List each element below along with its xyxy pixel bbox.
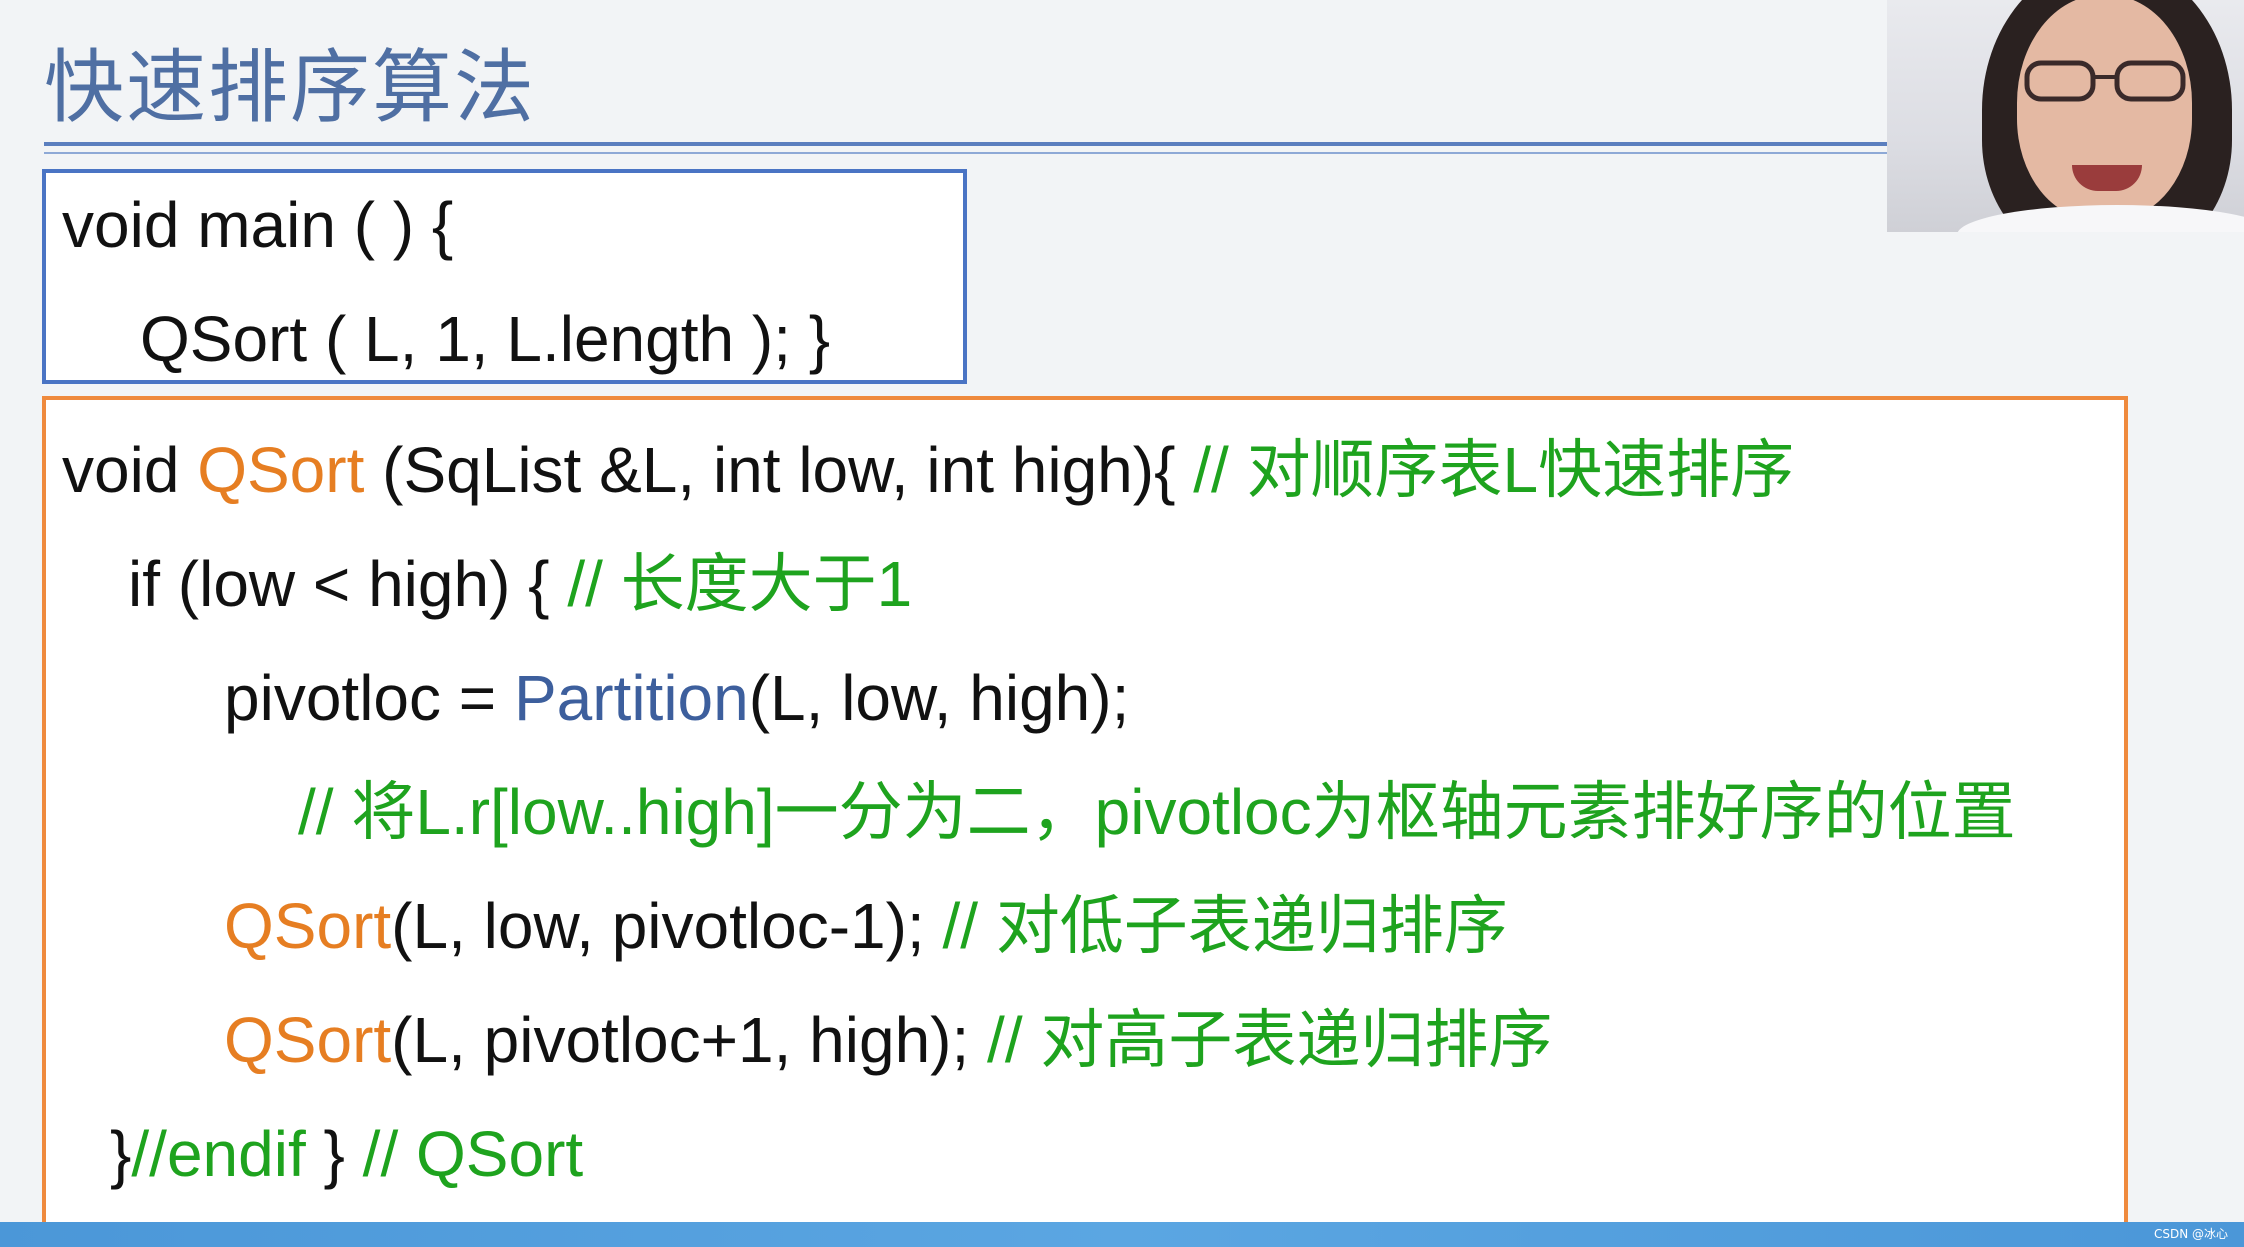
keyword-void: void	[62, 434, 198, 506]
pivot-assignment: pivotloc =	[224, 662, 514, 734]
qsort-code-line-6: QSort(L, pivotloc+1, high); // 对高子表递归排序	[224, 1002, 1552, 1078]
code-comment: // 对高子表递归排序	[987, 1004, 1553, 1076]
code-comment: // 对低子表递归排序	[942, 890, 1508, 962]
function-name-qsort: QSort	[197, 434, 365, 506]
qsort-code-line-2: if (low < high) { // 长度大于1	[128, 546, 912, 622]
function-call-qsort-high: QSort	[224, 1004, 392, 1076]
title-underline	[44, 142, 1887, 146]
function-call-partition: Partition	[513, 662, 749, 734]
qsort-high-args: (L, pivotloc+1, high);	[391, 1004, 988, 1076]
qsort-signature: (SqList &L, int low, int high){	[364, 434, 1194, 506]
qsort-code-line-4: // 将L.r[low..high]一分为二，pivotloc为枢轴元素排好序的…	[298, 776, 2016, 848]
bottom-taskbar-strip	[0, 1222, 2244, 1247]
code-comment: // 对顺序表L快速排序	[1193, 434, 1795, 506]
code-comment-endif: //endif	[131, 1118, 306, 1190]
qsort-code-line-5: QSort(L, low, pivotloc-1); // 对低子表递归排序	[224, 888, 1508, 964]
title-underline-thin	[44, 152, 1887, 154]
if-statement: if (low < high) {	[128, 548, 568, 620]
qsort-code-line-3: pivotloc = Partition(L, low, high);	[224, 660, 1129, 736]
qsort-function-box: void QSort (SqList &L, int low, int high…	[42, 396, 2128, 1232]
code-comment: // 长度大于1	[567, 548, 913, 620]
qsort-code-line-7: }//endif } // QSort	[110, 1116, 583, 1192]
closing-brace: }	[110, 1118, 132, 1190]
main-function-box: void main ( ) { QSort ( L, 1, L.length )…	[42, 169, 967, 384]
qsort-code-line-1: void QSort (SqList &L, int low, int high…	[62, 432, 1794, 508]
presenter-webcam-video	[1887, 0, 2244, 232]
function-call-qsort-low: QSort	[224, 890, 392, 962]
closing-brace-function: }	[305, 1118, 363, 1190]
main-code-line-1: void main ( ) {	[62, 189, 454, 261]
partition-args: (L, low, high);	[748, 662, 1130, 734]
watermark: CSDN @冰心	[2153, 1227, 2228, 1241]
presenter-glasses	[2024, 60, 2186, 102]
qsort-low-args: (L, low, pivotloc-1);	[391, 890, 943, 962]
main-code-line-2: QSort ( L, 1, L.length ); }	[140, 303, 831, 375]
slide-title: 快速排序算法	[44, 41, 536, 134]
code-comment-qsort: // QSort	[362, 1118, 584, 1190]
